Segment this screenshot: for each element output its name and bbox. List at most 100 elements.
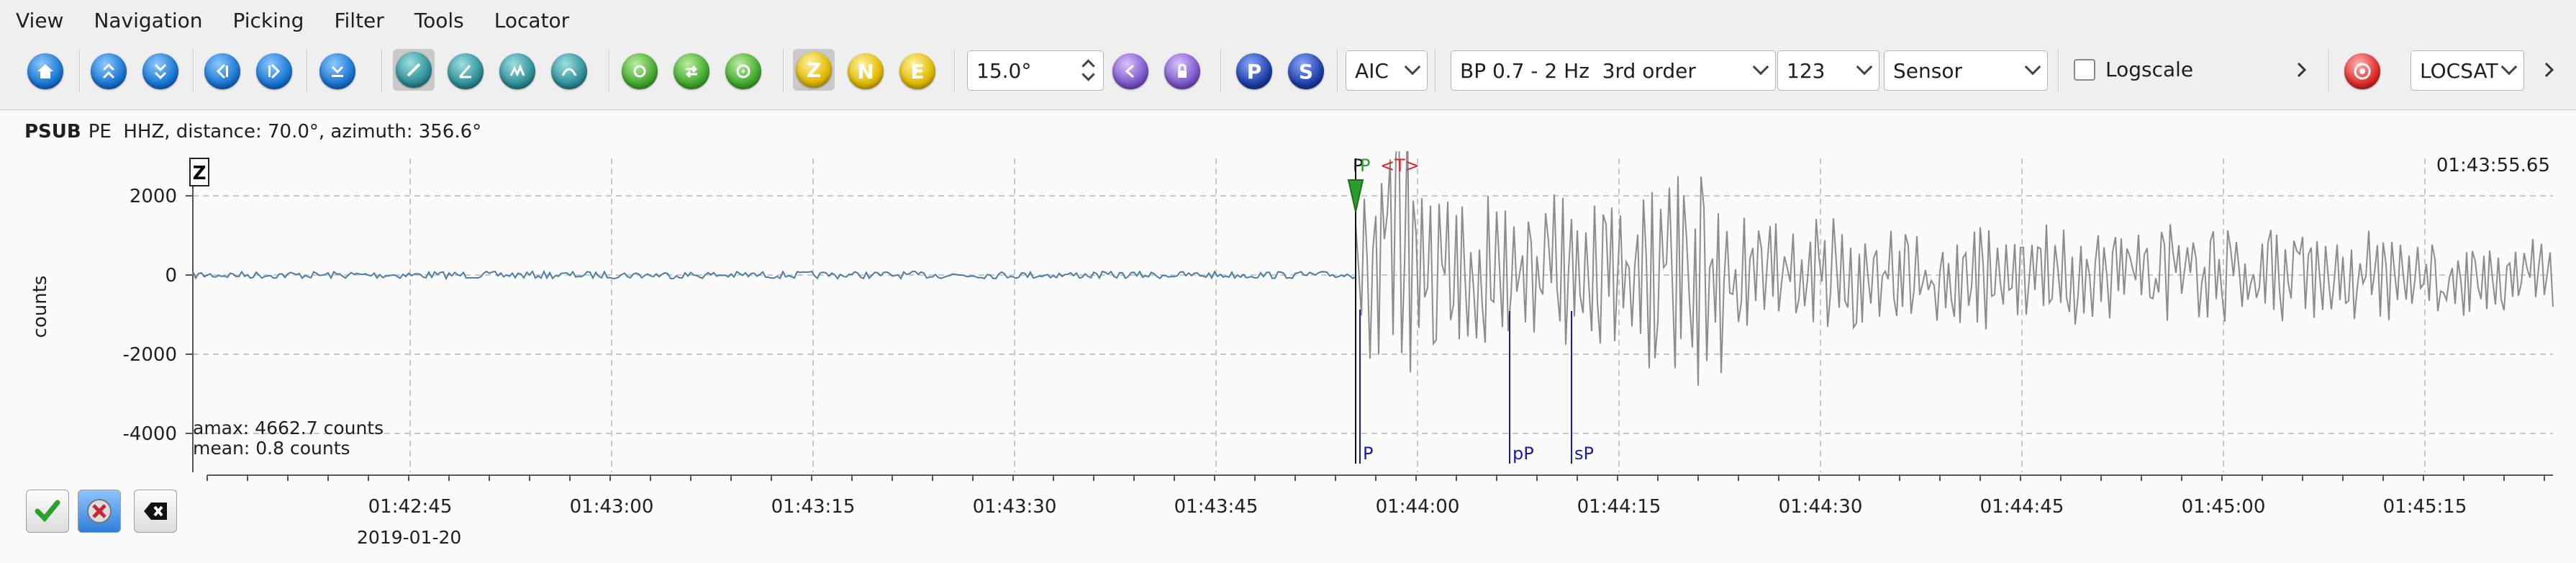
component-e-button[interactable]: E (897, 50, 938, 92)
align-button[interactable] (317, 50, 358, 92)
y-tick-label: 0 (165, 265, 177, 287)
rotation-angle-value: 15.0° (976, 58, 1032, 83)
pick-label: P (1360, 156, 1370, 176)
picker-method-select[interactable]: AIC (1346, 50, 1428, 91)
home-icon (27, 53, 63, 89)
chevron-left-icon (204, 53, 240, 89)
y-tick-label: -2000 (122, 344, 177, 366)
x-tick-label: 01:44:30 (1779, 496, 1863, 518)
scroll-right-button[interactable] (253, 50, 295, 92)
scroll-left-button[interactable] (201, 50, 243, 92)
logscale-toggle[interactable]: Logscale (2074, 58, 2193, 81)
discard-button[interactable] (78, 490, 121, 533)
double-chevron-icon (142, 53, 178, 89)
scroll-up-button[interactable] (88, 50, 130, 92)
close-button[interactable] (134, 490, 177, 533)
channel-set-value: 123 (1787, 58, 1826, 83)
separator (1435, 49, 1436, 92)
mean-label: mean: 0.8 counts (193, 438, 350, 459)
filter-select[interactable]: BP 0.7 - 2 Hz 3rd order (1451, 50, 1776, 91)
menu-bar: View Navigation Picking Filter Tools Loc… (0, 0, 2576, 40)
component-z-button[interactable]: Z (793, 49, 835, 91)
pick-next-button[interactable] (619, 50, 661, 92)
toolbar-overflow-button[interactable] (2292, 59, 2311, 84)
separator (307, 49, 308, 92)
angle-icon (448, 53, 484, 89)
x-tick-label: 01:44:15 (1577, 496, 1661, 518)
menu-tools[interactable]: Tools (414, 9, 464, 32)
x-tick-label: 01:45:00 (2182, 496, 2266, 518)
date-label: 2019-01-20 (357, 527, 462, 548)
spectrum-icon (499, 53, 535, 89)
phase-s-label: S (1288, 53, 1324, 89)
phase-s-button[interactable]: S (1285, 50, 1327, 92)
x-tick-label: 01:43:45 (1174, 496, 1258, 518)
locator-value: LOCSAT (2420, 58, 2498, 83)
y-axis-label: counts (30, 276, 51, 338)
trace-signal (1355, 151, 2554, 386)
rotate-left-button[interactable] (1110, 50, 1151, 92)
component-badge: Z (193, 163, 207, 184)
component-n-button[interactable]: N (845, 50, 886, 92)
theoretical-arrival-label: pP (1513, 443, 1534, 464)
relocate-button[interactable] (722, 50, 764, 92)
logscale-label: Logscale (2105, 58, 2194, 81)
logscale-checkbox[interactable] (2074, 58, 2095, 81)
chevron-right-icon (256, 53, 292, 89)
pick-icon (396, 52, 432, 88)
menu-navigation[interactable]: Navigation (94, 9, 202, 32)
menu-filter[interactable]: Filter (334, 9, 384, 32)
locator-select[interactable]: LOCSAT (2411, 50, 2524, 91)
unit-mode-value: Sensor (1893, 58, 1962, 83)
chevron-right-icon (2544, 62, 2554, 78)
seismogram-plot[interactable]: 2000 0 -2000 -4000 01:42:45 01:43:00 01:43:15… (0, 151, 2576, 554)
spin-down-icon[interactable] (1081, 68, 1095, 81)
time-label: 01:43:55.65 (2436, 155, 2550, 176)
x-tick-label: 01:42:45 (368, 496, 453, 518)
chevron-down-icon (1856, 58, 1873, 76)
x-tick-label: 01:43:30 (973, 496, 1057, 518)
rotation-angle-spinbox[interactable]: 15.0° (967, 50, 1104, 91)
channel-set-select[interactable]: 123 (1777, 50, 1879, 91)
pick-mode-button[interactable] (393, 49, 435, 91)
menu-picking[interactable]: Picking (232, 9, 304, 32)
chevron-up-down-icon (91, 53, 127, 89)
menu-locator[interactable]: Locator (494, 9, 569, 32)
separator (783, 49, 784, 92)
toolbar-overflow-button-2[interactable] (2540, 59, 2559, 84)
x-tick-label: 01:45:15 (2383, 496, 2467, 518)
home-button[interactable] (24, 50, 66, 92)
phase-p-button[interactable]: P (1233, 50, 1275, 92)
swap-button[interactable] (671, 50, 712, 92)
x-tick-label: 01:44:45 (1980, 496, 2064, 518)
angle-button[interactable] (445, 50, 486, 92)
separator (954, 49, 956, 92)
spectrum-button[interactable] (496, 50, 538, 92)
scroll-down-button[interactable] (140, 50, 181, 92)
menu-view[interactable]: View (16, 9, 63, 32)
toolbar: Z N E 15.0° P S AIC BP 0.7 - 2 Hz 3rd or… (0, 40, 2576, 101)
separator (2328, 49, 2330, 92)
x-tick-label: 01:43:15 (771, 496, 856, 518)
separator (193, 49, 194, 92)
relocate-icon (725, 53, 761, 89)
theoretical-arrival-label: sP (1574, 443, 1594, 464)
pick-marker-p (1347, 179, 1364, 212)
amplitude-icon (551, 53, 587, 89)
locate-button[interactable] (2341, 50, 2383, 92)
separator (609, 49, 610, 92)
unit-mode-select[interactable]: Sensor (1884, 50, 2048, 91)
separator (1220, 49, 1222, 92)
checkmark-icon (35, 500, 60, 523)
x-tick-label: 01:43:00 (570, 496, 654, 518)
chevron-right-icon (2297, 62, 2307, 78)
lock-button[interactable] (1161, 50, 1203, 92)
theoretical-arrival-label: P (1363, 443, 1373, 464)
lock-icon (1164, 53, 1200, 89)
amplitude-button[interactable] (548, 50, 590, 92)
accept-button[interactable] (26, 490, 69, 533)
align-icon (319, 53, 355, 89)
chevron-down-icon (1404, 58, 1421, 76)
target-icon (2344, 53, 2380, 89)
cancel-icon (87, 499, 112, 523)
